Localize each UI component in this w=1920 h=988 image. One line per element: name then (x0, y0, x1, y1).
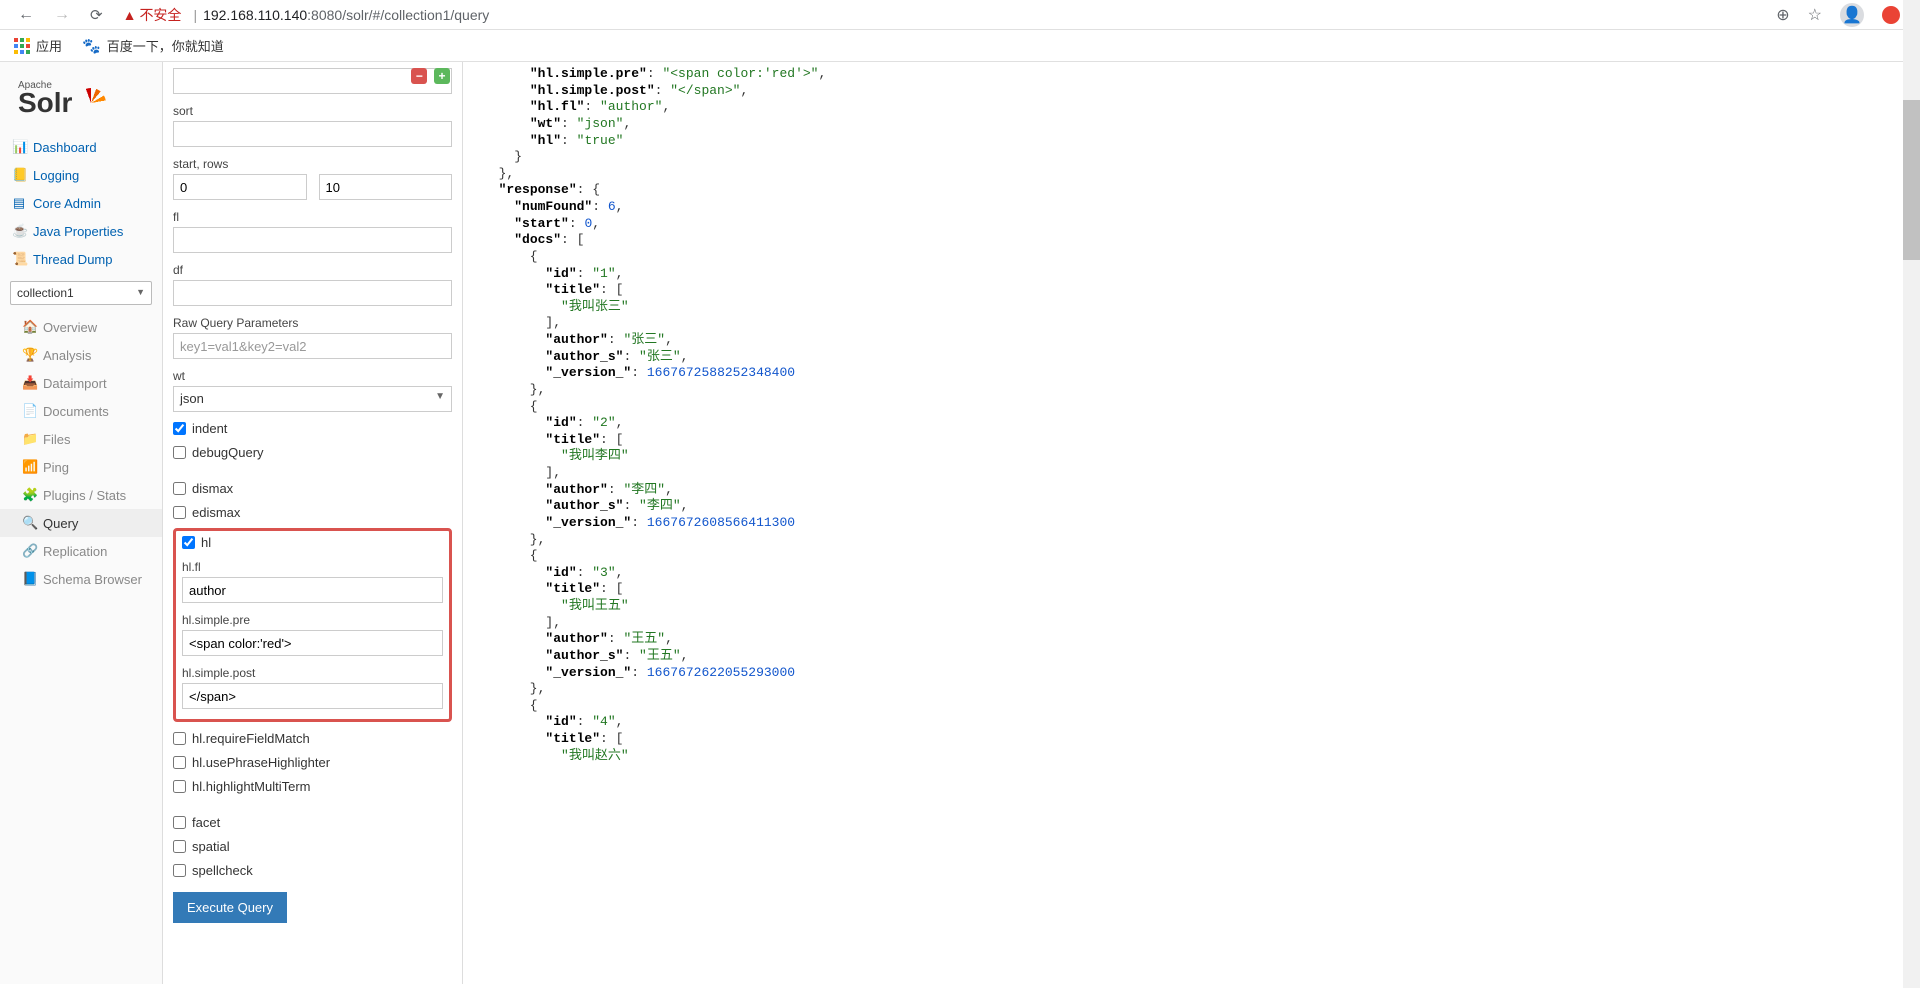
replication-icon: 🔗 (22, 543, 36, 559)
subnav-documents[interactable]: 📄Documents (0, 397, 162, 425)
execute-query-button[interactable]: Execute Query (173, 892, 287, 923)
url-host: 192.168.110.140 (203, 7, 307, 23)
wt-select[interactable]: json▼ (173, 386, 452, 412)
subnav-query[interactable]: 🔍Query (0, 509, 162, 537)
edismax-checkbox[interactable] (173, 506, 186, 519)
subnav-plugins[interactable]: 🧩Plugins / Stats (0, 481, 162, 509)
documents-icon: 📄 (22, 403, 36, 419)
import-icon: 📥 (22, 375, 36, 391)
scrollbar-thumb[interactable] (1903, 100, 1920, 260)
logging-icon: 📒 (12, 167, 26, 183)
sort-input[interactable] (173, 121, 452, 147)
debugquery-checkbox[interactable] (173, 446, 186, 459)
address-bar[interactable]: ▲不安全 | 192.168.110.140:8080/solr/#/colle… (123, 5, 1777, 25)
indent-checkbox[interactable] (173, 422, 186, 435)
analysis-icon: 🏆 (22, 347, 36, 363)
forward-button[interactable]: → (44, 6, 80, 24)
nav-coreadmin[interactable]: ▤Core Admin (0, 189, 162, 217)
ping-icon: 📶 (22, 459, 36, 475)
nav-javaprops[interactable]: ☕Java Properties (0, 217, 162, 245)
rows-input[interactable] (319, 174, 453, 200)
reload-button[interactable]: ⟳ (80, 6, 113, 24)
sun-icon (76, 88, 106, 118)
hlpost-label: hl.simple.post (182, 666, 443, 680)
hl-checkbox[interactable] (182, 536, 195, 549)
sort-label: sort (173, 104, 452, 118)
hlpre-label: hl.simple.pre (182, 613, 443, 627)
hl-section-highlighted: hl hl.fl hl.simple.pre hl.simple.post (173, 528, 452, 722)
page-scrollbar[interactable] (1903, 0, 1920, 988)
apps-button[interactable]: 应用 (14, 36, 62, 55)
zoom-icon[interactable]: ⊕ (1776, 5, 1789, 25)
dashboard-icon: 📊 (12, 139, 26, 155)
startrows-label: start, rows (173, 157, 452, 171)
bookmark-baidu[interactable]: 🐾 百度一下，你就知道 (82, 36, 224, 55)
schema-icon: 📘 (22, 571, 36, 587)
files-icon: 📁 (22, 431, 36, 447)
profile-icon[interactable]: 👤 (1840, 3, 1864, 27)
search-icon: 🔍 (22, 515, 36, 531)
add-fq-button[interactable]: + (434, 68, 450, 84)
subnav-dataimport[interactable]: 📥Dataimport (0, 369, 162, 397)
coreadmin-icon: ▤ (12, 195, 26, 211)
dismax-checkbox[interactable] (173, 482, 186, 495)
nav-dashboard[interactable]: 📊Dashboard (0, 133, 162, 161)
back-button[interactable]: ← (8, 6, 44, 24)
df-label: df (173, 263, 452, 277)
java-icon: ☕ (12, 223, 26, 239)
query-form-panel: − + sort start, rows fl df Raw Query Par… (163, 62, 463, 984)
apps-icon (14, 38, 30, 54)
thread-icon: 📜 (12, 251, 26, 267)
sidebar: Apache Solr 📊Dashboard 📒Logging ▤Core Ad… (0, 62, 163, 984)
response-panel[interactable]: "hl.simple.pre": "<span color:'red'>", "… (463, 62, 1920, 984)
hl-requirefieldmatch-checkbox[interactable] (173, 732, 186, 745)
subnav-schema[interactable]: 📘Schema Browser (0, 565, 162, 593)
nav-logging[interactable]: 📒Logging (0, 161, 162, 189)
nav-threaddump[interactable]: 📜Thread Dump (0, 245, 162, 273)
fl-label: fl (173, 210, 452, 224)
remove-fq-button[interactable]: − (411, 68, 427, 84)
raw-input[interactable] (173, 333, 452, 359)
hl-multiterm-checkbox[interactable] (173, 780, 186, 793)
core-selector[interactable]: collection1 (10, 281, 152, 305)
logo: Apache Solr (0, 72, 162, 133)
subnav-replication[interactable]: 🔗Replication (0, 537, 162, 565)
extension-icon[interactable] (1882, 6, 1900, 24)
hlpre-input[interactable] (182, 630, 443, 656)
hlpost-input[interactable] (182, 683, 443, 709)
warning-icon: ▲ (123, 7, 137, 23)
raw-label: Raw Query Parameters (173, 316, 452, 330)
subnav-overview[interactable]: 🏠Overview (0, 313, 162, 341)
hlfl-input[interactable] (182, 577, 443, 603)
hl-usephrase-checkbox[interactable] (173, 756, 186, 769)
plugins-icon: 🧩 (22, 487, 36, 503)
spatial-checkbox[interactable] (173, 840, 186, 853)
facet-checkbox[interactable] (173, 816, 186, 829)
subnav-analysis[interactable]: 🏆Analysis (0, 341, 162, 369)
chevron-down-icon: ▼ (435, 391, 445, 402)
wt-label: wt (173, 369, 452, 383)
subnav-files[interactable]: 📁Files (0, 425, 162, 453)
subnav-ping[interactable]: 📶Ping (0, 453, 162, 481)
hlfl-label: hl.fl (182, 560, 443, 574)
spellcheck-checkbox[interactable] (173, 864, 186, 877)
paw-icon: 🐾 (82, 37, 101, 55)
start-input[interactable] (173, 174, 307, 200)
star-icon[interactable]: ☆ (1808, 5, 1822, 25)
df-input[interactable] (173, 280, 452, 306)
insecure-label: 不安全 (139, 5, 181, 25)
fl-input[interactable] (173, 227, 452, 253)
home-icon: 🏠 (22, 319, 36, 335)
